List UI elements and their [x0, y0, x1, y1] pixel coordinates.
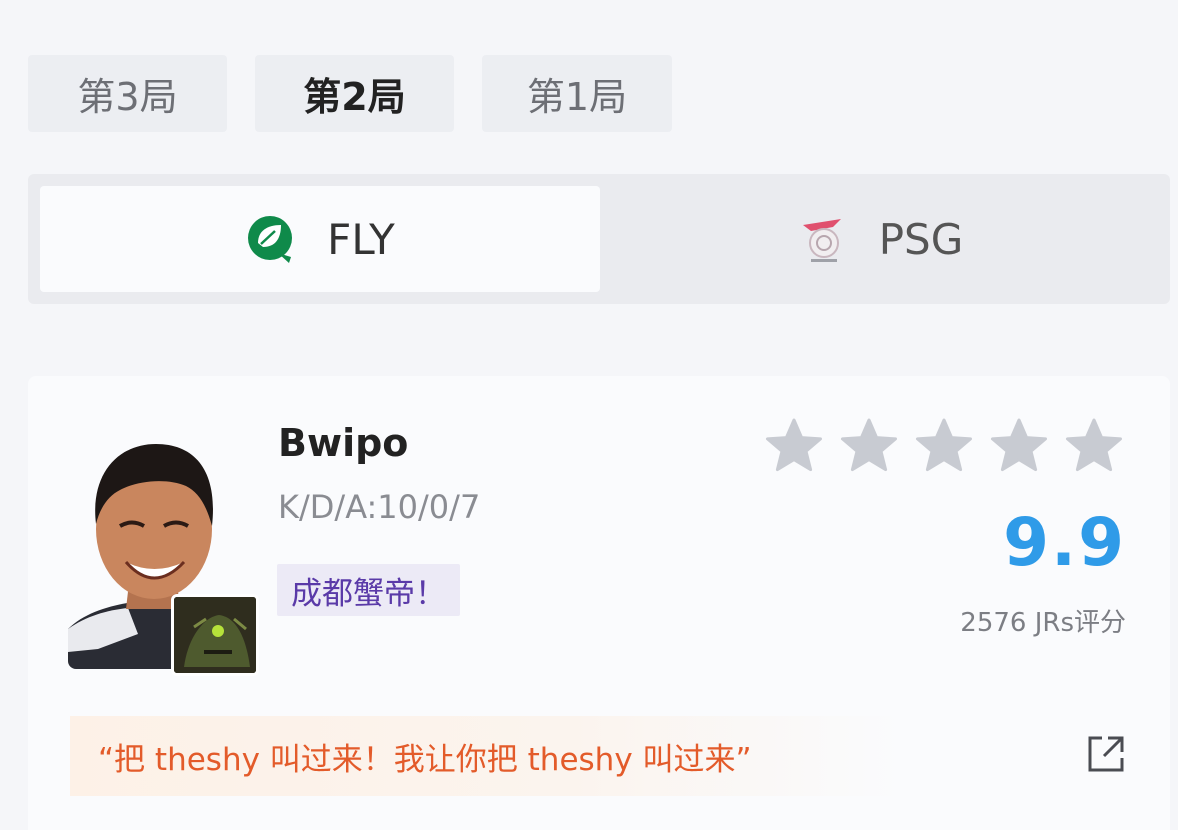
player-name: Bwipo — [278, 421, 409, 465]
tab-game-1[interactable]: 第1局 — [482, 55, 672, 132]
star-icon-2[interactable] — [839, 416, 899, 476]
player-kda: K/D/A:10/0/7 — [278, 488, 481, 526]
psg-logo — [802, 219, 841, 262]
rating-stars — [764, 416, 1124, 476]
team-name-psg: PSG — [878, 214, 964, 264]
player-quote: “把 theshy 叫过来！我让你把 theshy 叫过来” — [70, 716, 900, 796]
fly-leaf-logo — [248, 216, 293, 263]
quote-text: “把 theshy 叫过来！我让你把 theshy 叫过来” — [98, 741, 752, 778]
champion-icon — [171, 594, 259, 676]
star-icon-3[interactable] — [914, 416, 974, 476]
star-icon-5[interactable] — [1064, 416, 1124, 476]
player-score: 9.9 — [1003, 504, 1126, 581]
team-switch: FLY PSG — [28, 174, 1170, 304]
team-tab-fly[interactable]: FLY — [40, 186, 600, 292]
player-card: Bwipo K/D/A:10/0/7 成都蟹帝！ 9.9 2576 JRs评分 … — [28, 376, 1170, 830]
star-icon-4[interactable] — [989, 416, 1049, 476]
tab-game-3[interactable]: 第3局 — [28, 55, 227, 132]
player-tag: 成都蟹帝！ — [277, 564, 460, 616]
team-name-fly: FLY — [327, 214, 395, 264]
tab-game-2[interactable]: 第2局 — [255, 55, 454, 132]
team-tab-psg[interactable]: PSG — [600, 186, 1160, 292]
share-icon[interactable] — [1086, 734, 1126, 774]
page: 第3局 第2局 第1局 FLY PSG Bwipo K/D/A:10/0/7 成… — [0, 0, 1178, 830]
game-tabs: 第3局 第2局 第1局 — [28, 55, 672, 132]
star-icon-1[interactable] — [764, 416, 824, 476]
rater-count: 2576 JRs评分 — [960, 608, 1126, 638]
